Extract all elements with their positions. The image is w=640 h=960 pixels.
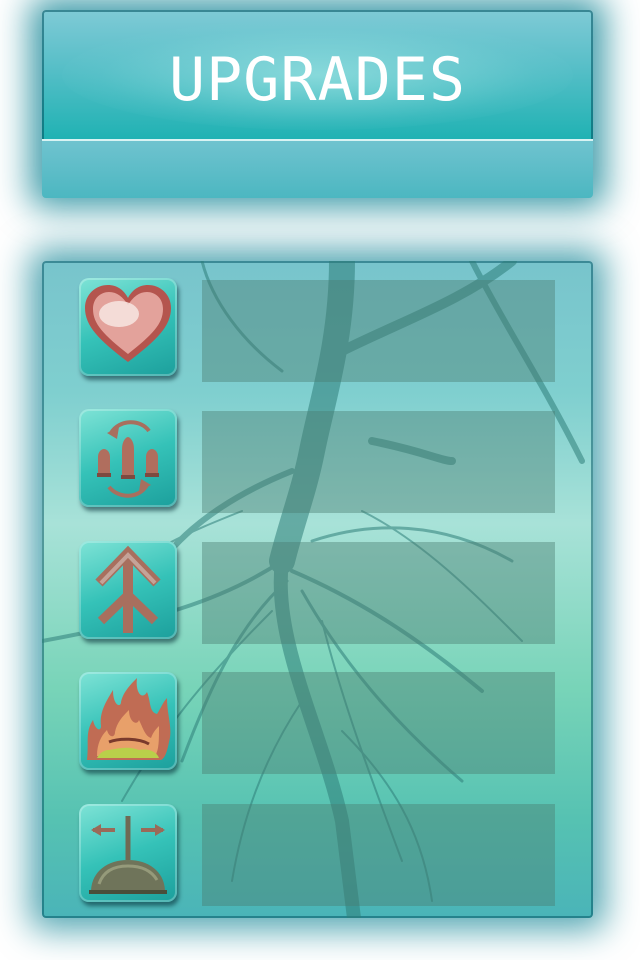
header-panel: UPGRADES	[42, 10, 593, 198]
upgrade-slot-3[interactable]	[202, 542, 555, 644]
upgrade-slot-1[interactable]	[202, 280, 555, 382]
upgrade-heart-button[interactable]	[79, 278, 177, 376]
page-title: UPGRADES	[169, 45, 466, 115]
upgrade-fire-button[interactable]	[79, 672, 177, 770]
upgrade-arrow-button[interactable]	[79, 541, 177, 639]
fire-icon	[87, 678, 171, 760]
upgrade-slot-4[interactable]	[202, 672, 555, 774]
header-subbar	[42, 139, 593, 198]
arrow-up-icon	[95, 545, 161, 633]
upgrade-slot-5[interactable]	[202, 804, 555, 906]
upgrade-helmet-button[interactable]	[79, 804, 177, 902]
spread-helmet-icon	[89, 816, 167, 894]
upgrade-rotate-button[interactable]	[79, 409, 177, 507]
rotate-units-icon	[97, 420, 159, 498]
heart-icon	[85, 285, 171, 362]
upgrades-panel	[42, 261, 593, 918]
upgrade-slot-2[interactable]	[202, 411, 555, 513]
